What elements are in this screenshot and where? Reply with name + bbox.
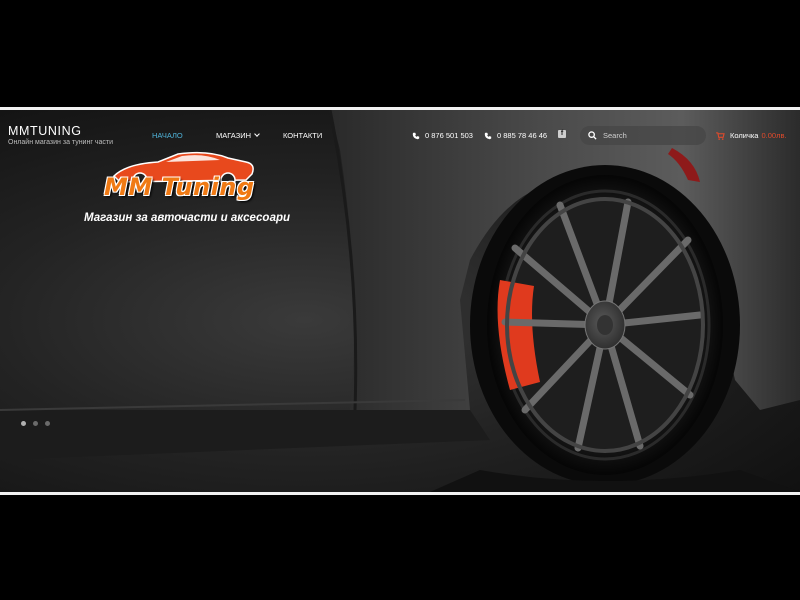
cart-icon — [716, 131, 725, 140]
slider-dot-3[interactable] — [45, 421, 50, 426]
nav-item-home[interactable]: НАЧАЛО — [152, 131, 183, 140]
nav-item-shop-label: МАГАЗИН — [216, 131, 252, 140]
nav-item-shop[interactable]: МАГАЗИН — [216, 131, 260, 140]
site-tagline: Онлайн магазин за тунинг части — [8, 139, 113, 146]
search-box[interactable] — [580, 126, 706, 145]
phone-number-2: 0 885 78 46 46 — [497, 131, 548, 140]
slider-dot-1[interactable] — [21, 421, 26, 426]
phone-contact-1[interactable]: 0 876 501 503 — [412, 131, 473, 140]
letterbox-bottom — [0, 495, 800, 600]
hero-logo-text: MM Tuning — [104, 173, 255, 201]
slider-dot-2[interactable] — [33, 421, 38, 426]
letterbox-top — [0, 0, 800, 107]
search-input[interactable] — [603, 131, 703, 140]
site-brand[interactable]: MMTUNING Онлайн магазин за тунинг части — [8, 124, 113, 148]
site-title[interactable]: MMTUNING — [8, 124, 113, 138]
nav-item-contacts[interactable]: КОНТАКТИ — [283, 131, 322, 140]
phone-contact-2[interactable]: 0 885 78 46 46 — [484, 131, 547, 140]
phone-number-1: 0 876 501 503 — [425, 131, 473, 140]
slider-dots — [21, 421, 50, 426]
cart-label: Количка — [730, 131, 759, 140]
cart-amount: 0.00лв. — [761, 131, 787, 140]
hero-tagline: Магазин за авточасти и аксесоари — [84, 212, 291, 224]
facebook-icon[interactable]: f — [558, 130, 566, 138]
cart-link[interactable]: Количка 0.00лв. — [716, 131, 787, 140]
phone-icon — [412, 132, 420, 139]
chevron-down-icon — [254, 131, 260, 137]
search-icon[interactable] — [588, 131, 597, 140]
phone-icon — [484, 132, 492, 139]
